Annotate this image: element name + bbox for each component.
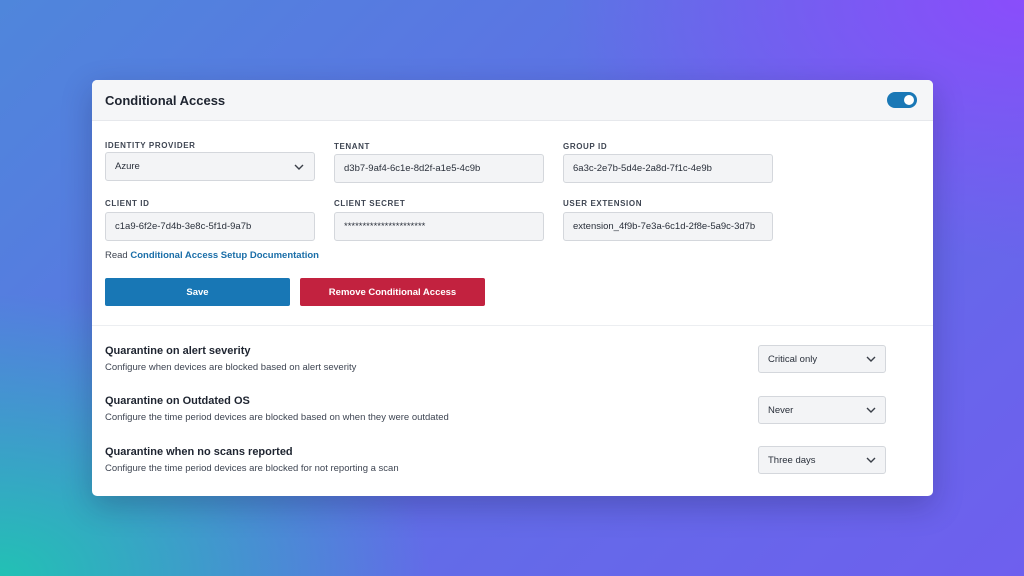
quarantine-severity-description: Configure when devices are blocked based…	[105, 362, 357, 373]
quarantine-no-scans-description: Configure the time period devices are bl…	[105, 463, 399, 474]
conditional-access-toggle[interactable]	[887, 92, 917, 108]
user-extension-label: USER EXTENSION	[563, 199, 643, 208]
client-secret-input[interactable]: **********************	[334, 212, 544, 241]
chevron-down-icon	[294, 164, 304, 170]
docs-link[interactable]: Conditional Access Setup Documentation	[130, 250, 319, 261]
remove-conditional-access-button[interactable]: Remove Conditional Access	[300, 278, 485, 306]
section-divider	[92, 325, 933, 326]
quarantine-no-scans-value: Three days	[768, 454, 816, 466]
client-id-input[interactable]: c1a9-6f2e-7d4b-3e8c-5f1d-9a7b	[105, 212, 315, 241]
chevron-down-icon	[866, 356, 876, 362]
identity-provider-value: Azure	[115, 161, 140, 172]
client-secret-label: CLIENT SECRET	[334, 199, 406, 208]
docs-line: Read Conditional Access Setup Documentat…	[105, 250, 319, 261]
save-button[interactable]: Save	[105, 278, 290, 306]
quarantine-no-scans-title: Quarantine when no scans reported	[105, 446, 293, 458]
group-id-label: GROUP ID	[563, 142, 608, 151]
quarantine-severity-title: Quarantine on alert severity	[105, 345, 251, 357]
quarantine-outdated-os-description: Configure the time period devices are bl…	[105, 412, 449, 423]
identity-provider-select[interactable]: Azure	[105, 152, 315, 181]
tenant-label: TENANT	[334, 142, 371, 151]
conditional-access-card: Conditional Access IDENTITY PROVIDER TEN…	[92, 80, 933, 496]
quarantine-outdated-os-select[interactable]: Never	[758, 396, 886, 424]
card-title: Conditional Access	[105, 92, 226, 108]
group-id-input[interactable]: 6a3c-2e7b-5d4e-2a8d-7f1c-4e9b	[563, 154, 773, 183]
quarantine-severity-value: Critical only	[768, 353, 818, 365]
card-header: Conditional Access	[92, 80, 933, 121]
tenant-input[interactable]: d3b7-9af4-6c1e-8d2f-a1e5-4c9b	[334, 154, 544, 183]
quarantine-no-scans-select[interactable]: Three days	[758, 446, 886, 474]
quarantine-outdated-os-title: Quarantine on Outdated OS	[105, 395, 250, 407]
toggle-knob	[904, 95, 914, 105]
chevron-down-icon	[866, 407, 876, 413]
quarantine-severity-select[interactable]: Critical only	[758, 345, 886, 373]
docs-prefix: Read	[105, 250, 128, 261]
client-id-label: CLIENT ID	[105, 199, 150, 208]
identity-provider-label: IDENTITY PROVIDER	[105, 141, 196, 150]
user-extension-input[interactable]: extension_4f9b-7e3a-6c1d-2f8e-5a9c-3d7b	[563, 212, 773, 241]
quarantine-outdated-os-value: Never	[768, 404, 794, 416]
chevron-down-icon	[866, 457, 876, 463]
